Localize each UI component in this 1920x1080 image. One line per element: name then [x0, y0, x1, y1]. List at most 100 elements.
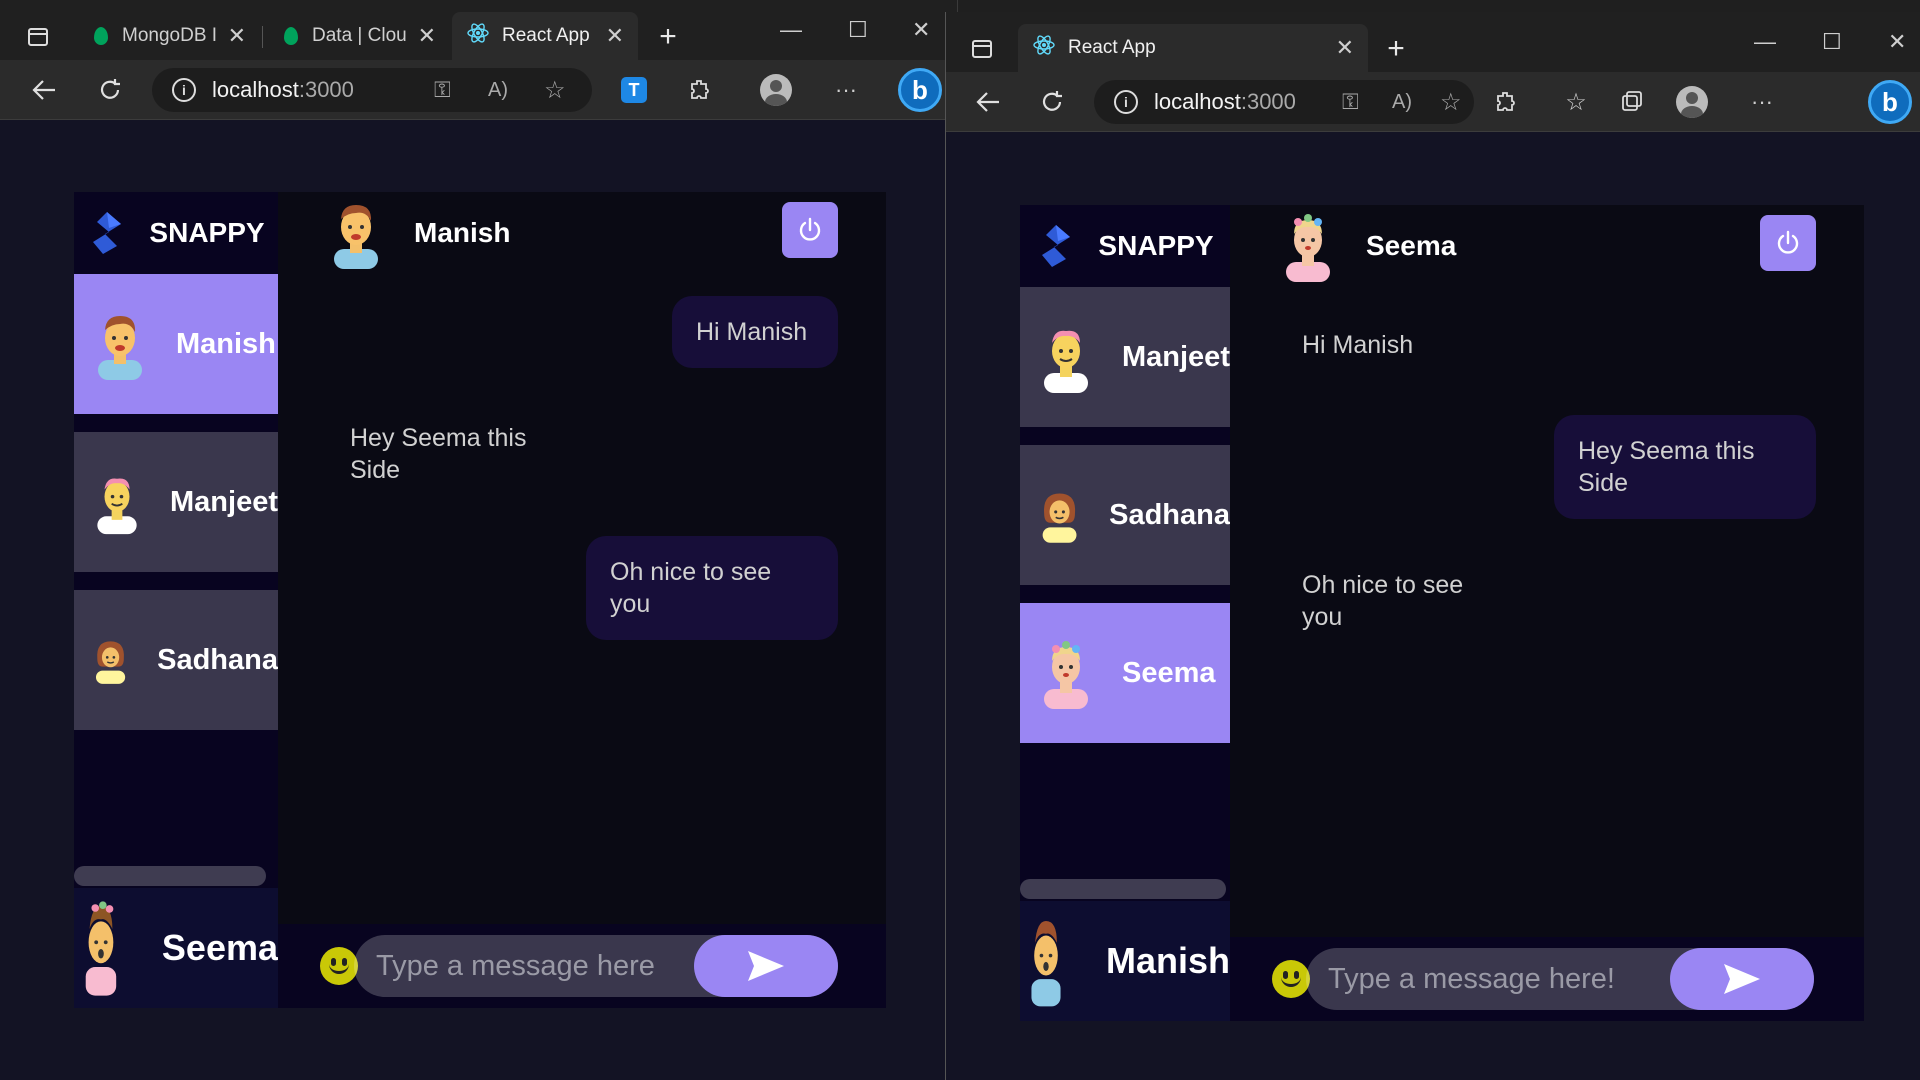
bing-chat-icon[interactable]: b [1866, 78, 1914, 126]
back-button[interactable] [968, 82, 1008, 122]
favorites-icon[interactable]: ☆ [1556, 82, 1596, 122]
chat-container: Seema Hi Manish Hey Seema this Side Oh n… [1230, 205, 1864, 1021]
more-menu-icon[interactable]: ··· [826, 70, 866, 110]
more-menu-icon[interactable]: ··· [1742, 82, 1782, 122]
tab-label: MongoDB I [122, 25, 218, 46]
avatar [98, 316, 142, 380]
url-port: :3000 [298, 77, 354, 102]
avatar [97, 478, 137, 535]
profile-icon[interactable] [1672, 82, 1712, 122]
extensions-icon[interactable] [1486, 82, 1526, 122]
send-icon [748, 951, 784, 981]
url-host: localhost [212, 77, 299, 102]
logout-button[interactable] [1760, 215, 1816, 271]
contacts-scrollbar[interactable] [1020, 879, 1226, 899]
add-favorite-icon[interactable]: ☆ [544, 76, 566, 105]
chat-input-bar [1230, 937, 1864, 1021]
contact-item-manjeet[interactable]: Manjeet [1020, 287, 1230, 427]
avatar [1044, 641, 1088, 709]
new-tab-button[interactable]: + [1376, 29, 1416, 69]
tab-react-app[interactable]: React App ✕ [1018, 24, 1368, 72]
emoji-picker-icon[interactable] [1272, 960, 1310, 998]
url-host: localhost [1154, 89, 1241, 114]
message-input[interactable] [376, 949, 676, 983]
snappy-logo-icon [93, 212, 122, 254]
contact-item-sadhana[interactable]: Sadhana [74, 590, 278, 730]
collections-icon[interactable] [1612, 82, 1652, 122]
tab-data-cloud[interactable]: Data | Clou ✕ [270, 12, 450, 60]
contact-item-sadhana[interactable]: Sadhana [1020, 445, 1230, 585]
close-icon[interactable]: ✕ [228, 23, 246, 49]
close-window-button[interactable]: ✕ [912, 10, 930, 50]
close-icon[interactable]: ✕ [1336, 35, 1354, 61]
send-button[interactable] [1670, 948, 1814, 1010]
chat-header-name: Seema [1366, 230, 1457, 261]
current-user-name: Seema [161, 927, 278, 968]
message-input[interactable] [1328, 962, 1628, 996]
maximize-button[interactable]: ☐ [1822, 22, 1842, 62]
contact-name: Sadhana [1109, 498, 1230, 531]
emoji-picker-icon[interactable] [320, 947, 358, 985]
contact-name: Manish [176, 327, 276, 360]
url-port: :3000 [1240, 89, 1296, 114]
power-icon [799, 217, 821, 241]
key-icon[interactable]: ⚿ [434, 77, 451, 103]
message-input-container [354, 935, 838, 997]
snappy-logo-icon [1042, 225, 1071, 267]
chat-messages: Hi Manish Hey Seema this Side Oh nice to… [1230, 287, 1864, 937]
key-icon[interactable]: ⚿ [1342, 89, 1359, 115]
react-icon [1032, 33, 1056, 63]
address-field[interactable]: i localhost:3000 ⚿ A) ☆ [1094, 80, 1474, 124]
avatar [1044, 330, 1088, 393]
contact-item-manjeet[interactable]: Manjeet [74, 432, 278, 572]
new-tab-button[interactable]: + [648, 17, 688, 57]
brand: SNAPPY [74, 192, 278, 274]
contacts-scrollbar[interactable] [74, 866, 266, 886]
close-icon[interactable]: ✕ [418, 23, 436, 49]
contact-name: Manjeet [1122, 340, 1230, 373]
contact-list[interactable]: Manish Manjeet Sadhana [74, 274, 278, 888]
contact-item-seema[interactable]: Seema [1020, 603, 1230, 743]
minimize-button[interactable]: — [780, 10, 802, 50]
tab-label: Data | Clou [312, 25, 407, 46]
leaf-icon [284, 27, 298, 45]
send-icon [1724, 964, 1760, 994]
add-favorite-icon[interactable]: ☆ [1440, 88, 1462, 117]
power-icon [1777, 230, 1799, 254]
info-icon[interactable]: i [1114, 90, 1138, 114]
contact-item-manish[interactable]: Manish [74, 274, 278, 414]
info-icon[interactable]: i [172, 78, 196, 102]
logout-button[interactable] [782, 202, 838, 258]
tab-react-app[interactable]: React App ✕ [452, 12, 638, 60]
chat-messages: Hi Manish Hey Seema this Side Oh nice to… [278, 274, 886, 924]
back-button[interactable] [24, 70, 64, 110]
brand: SNAPPY [1020, 205, 1230, 287]
tab-mongodb[interactable]: MongoDB I ✕ [80, 12, 260, 60]
message-sent: Oh nice to see you [586, 536, 838, 640]
refresh-button[interactable] [1032, 82, 1072, 122]
extensions-icon[interactable] [680, 70, 720, 110]
contact-list[interactable]: Manjeet Sadhana Seema [1020, 287, 1230, 901]
chat-container: Manish Hi Manish Hey Seema this Side Oh … [278, 192, 886, 1008]
close-icon[interactable]: ✕ [606, 23, 624, 49]
message-received: Oh nice to see you [1302, 571, 1464, 631]
read-aloud-icon[interactable]: A) [488, 79, 508, 102]
tab-actions-icon[interactable] [962, 29, 1002, 69]
current-user: Seema [74, 888, 278, 1008]
message-sent: Hi Manish [672, 296, 838, 368]
minimize-button[interactable]: — [1754, 22, 1776, 62]
read-aloud-icon[interactable]: A) [1392, 91, 1412, 114]
tab-actions-icon[interactable] [18, 17, 58, 57]
address-field[interactable]: i localhost:3000 ⚿ A) ☆ [152, 68, 592, 112]
bing-chat-icon[interactable]: b [896, 66, 944, 114]
send-button[interactable] [694, 935, 838, 997]
refresh-button[interactable] [90, 70, 130, 110]
close-window-button[interactable]: ✕ [1888, 22, 1906, 62]
browser-window-left: MongoDB I ✕ Data | Clou ✕ React App ✕ + … [0, 0, 958, 1080]
leaf-icon [94, 27, 108, 45]
contacts-panel: SNAPPY Manish Manjeet Sadhana Seema [74, 192, 278, 1008]
profile-icon[interactable] [756, 70, 796, 110]
tab-label: React App [1068, 37, 1156, 58]
translate-extension-icon[interactable]: T [614, 70, 654, 110]
maximize-button[interactable]: ☐ [848, 10, 868, 50]
